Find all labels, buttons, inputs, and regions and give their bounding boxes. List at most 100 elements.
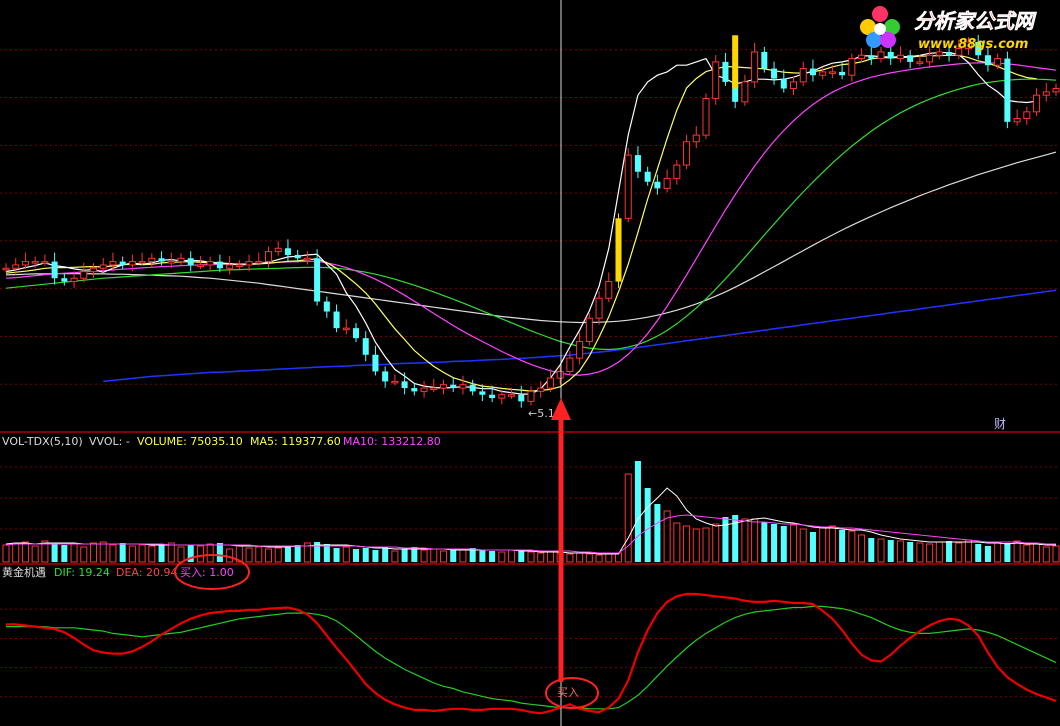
candle-body — [926, 54, 934, 63]
candle-body — [916, 61, 924, 64]
volume-bar — [673, 522, 681, 563]
candle-body — [362, 338, 369, 355]
candle-body — [323, 301, 330, 312]
candle-body — [158, 258, 165, 262]
candle-body — [372, 354, 379, 372]
volume-bar — [527, 551, 535, 563]
candle-body — [828, 71, 836, 74]
indicator-name[interactable]: 黄金机遇 — [2, 565, 46, 579]
volume-bar — [926, 543, 934, 563]
candle-body — [654, 181, 661, 189]
candle-body — [848, 58, 856, 76]
volume-bar — [858, 534, 866, 563]
volume-bar — [294, 545, 301, 562]
volume-bar — [12, 542, 20, 563]
candle-body — [896, 54, 904, 60]
candle-body — [595, 297, 603, 319]
volume-bar — [498, 551, 506, 563]
volume-bar — [809, 532, 816, 562]
volume-bar — [99, 541, 107, 563]
candle-body — [216, 261, 223, 269]
candle-body — [1013, 117, 1021, 123]
volume-bar — [828, 525, 836, 563]
candle-body — [799, 68, 807, 83]
candle-body — [780, 78, 787, 89]
candle-body — [206, 261, 214, 266]
candle-body — [702, 98, 710, 136]
candle-body — [566, 357, 574, 372]
volume-bar — [722, 517, 729, 562]
candle-body — [809, 68, 816, 76]
candle-body — [138, 261, 146, 264]
candle-body — [771, 68, 778, 79]
volume-bar — [683, 525, 691, 563]
candle-body — [61, 278, 68, 282]
candle-body — [946, 51, 953, 56]
candle-body — [984, 55, 991, 66]
volume-bar — [119, 543, 126, 562]
volume-bar — [391, 550, 399, 563]
volume-bar — [907, 542, 914, 562]
candle-body — [196, 264, 204, 267]
candle-body — [401, 381, 408, 389]
volume-bar — [89, 542, 98, 563]
volume-bar — [868, 538, 875, 562]
volume-bar — [994, 542, 1002, 563]
volume-bar — [741, 518, 749, 563]
candle-body — [751, 51, 759, 83]
volume-bar — [255, 546, 263, 563]
volume-bar — [585, 553, 593, 563]
volume-bar — [887, 540, 894, 562]
candle-body — [352, 328, 360, 339]
candle-body — [556, 370, 564, 379]
candle-body — [314, 258, 321, 302]
candle-body — [692, 134, 700, 143]
volume-bar — [964, 539, 973, 563]
volume-bar — [1042, 546, 1050, 563]
candle-body — [576, 340, 584, 359]
volume-bar — [138, 544, 146, 563]
candle-body — [80, 271, 88, 279]
low-price-label: ←5.1 — [528, 407, 555, 420]
volume-bar — [654, 504, 661, 562]
candle-body — [430, 387, 438, 391]
candle-body — [255, 261, 263, 264]
candle-body — [624, 154, 632, 219]
volume-bar — [518, 551, 525, 562]
candle-body — [858, 54, 866, 60]
candle-body — [31, 261, 39, 264]
candle-body — [70, 277, 78, 283]
volume-bar — [274, 547, 282, 563]
candle-body — [518, 394, 525, 402]
candle-body — [333, 311, 340, 329]
volume-bar — [877, 538, 885, 563]
candle-body — [605, 281, 613, 299]
candle-body — [41, 261, 49, 264]
volume-bar — [109, 544, 117, 563]
volume-bar — [692, 528, 700, 563]
volume-bar — [1033, 543, 1041, 563]
candle-body — [119, 261, 126, 265]
candle-body — [741, 81, 749, 103]
candle-body — [2, 267, 10, 271]
volume-bar — [148, 545, 156, 563]
candle-body — [839, 71, 846, 76]
volume-bar — [31, 545, 39, 563]
volume-bar — [420, 549, 428, 563]
candle-body — [128, 261, 136, 266]
volume-bar — [284, 546, 291, 562]
volume-bar — [61, 545, 68, 562]
candle-body — [264, 251, 273, 263]
volume-bar — [167, 542, 175, 563]
volume-bar — [323, 544, 330, 562]
volume-bar — [576, 552, 584, 563]
candle-body — [877, 51, 885, 60]
candle-body — [712, 61, 720, 100]
candle-body — [303, 257, 311, 261]
volume-indicator-name[interactable]: VOL-TDX(5,10) — [2, 435, 83, 448]
finance-badge[interactable]: 财 — [994, 417, 1006, 431]
volume-bar — [264, 548, 273, 563]
volume-bar — [245, 547, 253, 563]
candle-body — [537, 387, 545, 392]
volume-bar — [751, 518, 759, 563]
